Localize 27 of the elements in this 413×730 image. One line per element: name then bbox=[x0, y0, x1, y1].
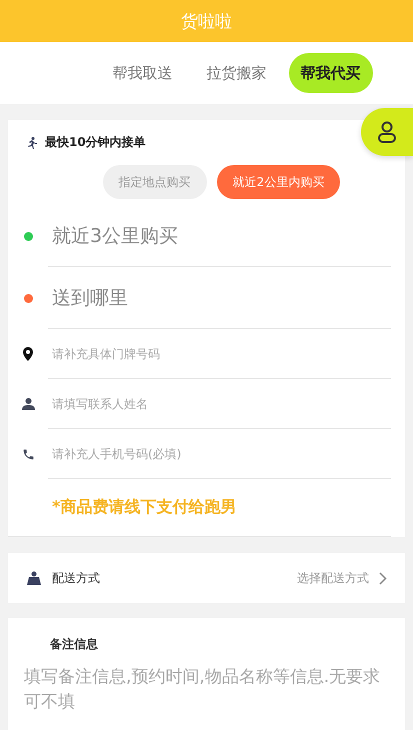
delivery-label: 配送方式 bbox=[52, 570, 101, 586]
input-field[interactable]: 请补充人手机号码(必填) bbox=[48, 438, 391, 468]
service-tab[interactable]: 拉货搬家 bbox=[194, 53, 278, 93]
user-icon bbox=[377, 121, 397, 143]
person-icon bbox=[22, 398, 34, 410]
service-tab[interactable]: 帮我取送 bbox=[100, 53, 184, 93]
input-field[interactable]: 请填写联系人姓名 bbox=[48, 388, 391, 418]
location-selector[interactable]: 送到哪里 bbox=[48, 284, 128, 310]
chevron-right-icon bbox=[379, 572, 387, 584]
notes-field[interactable]: 填写备注信息,预约时间,物品名称等信息.无要求可不填 bbox=[24, 665, 389, 730]
delivery-value: 选择配送方式 bbox=[297, 570, 369, 586]
notes-title: 备注信息 bbox=[49, 636, 99, 653]
purchase-mode-button[interactable]: 指定地点购买 bbox=[102, 165, 207, 199]
delivery-method-row[interactable]: 配送方式 选择配送方式 bbox=[8, 553, 405, 603]
payment-notice: *商品费请线下支付给跑男 bbox=[52, 497, 236, 518]
purchase-mode-button[interactable]: 就近2公里内购买 bbox=[216, 165, 340, 199]
delivery-bag-icon bbox=[26, 571, 42, 585]
input-field[interactable]: 请补充具体门牌号码 bbox=[48, 338, 391, 368]
location-selector[interactable]: 就近3公里购买 bbox=[48, 222, 178, 248]
profile-button[interactable] bbox=[361, 108, 413, 156]
location-pin-icon bbox=[22, 347, 34, 361]
notes-panel[interactable]: 备注信息 填写备注信息,预约时间,物品名称等信息.无要求可不填 bbox=[8, 618, 405, 730]
service-tab[interactable]: 帮我代买 bbox=[288, 53, 372, 93]
speed-note: 最快10分钟内接单 bbox=[45, 134, 146, 151]
running-person-icon bbox=[26, 136, 37, 148]
phone-icon bbox=[22, 448, 34, 460]
app-title: 货啦啦 bbox=[181, 10, 232, 32]
